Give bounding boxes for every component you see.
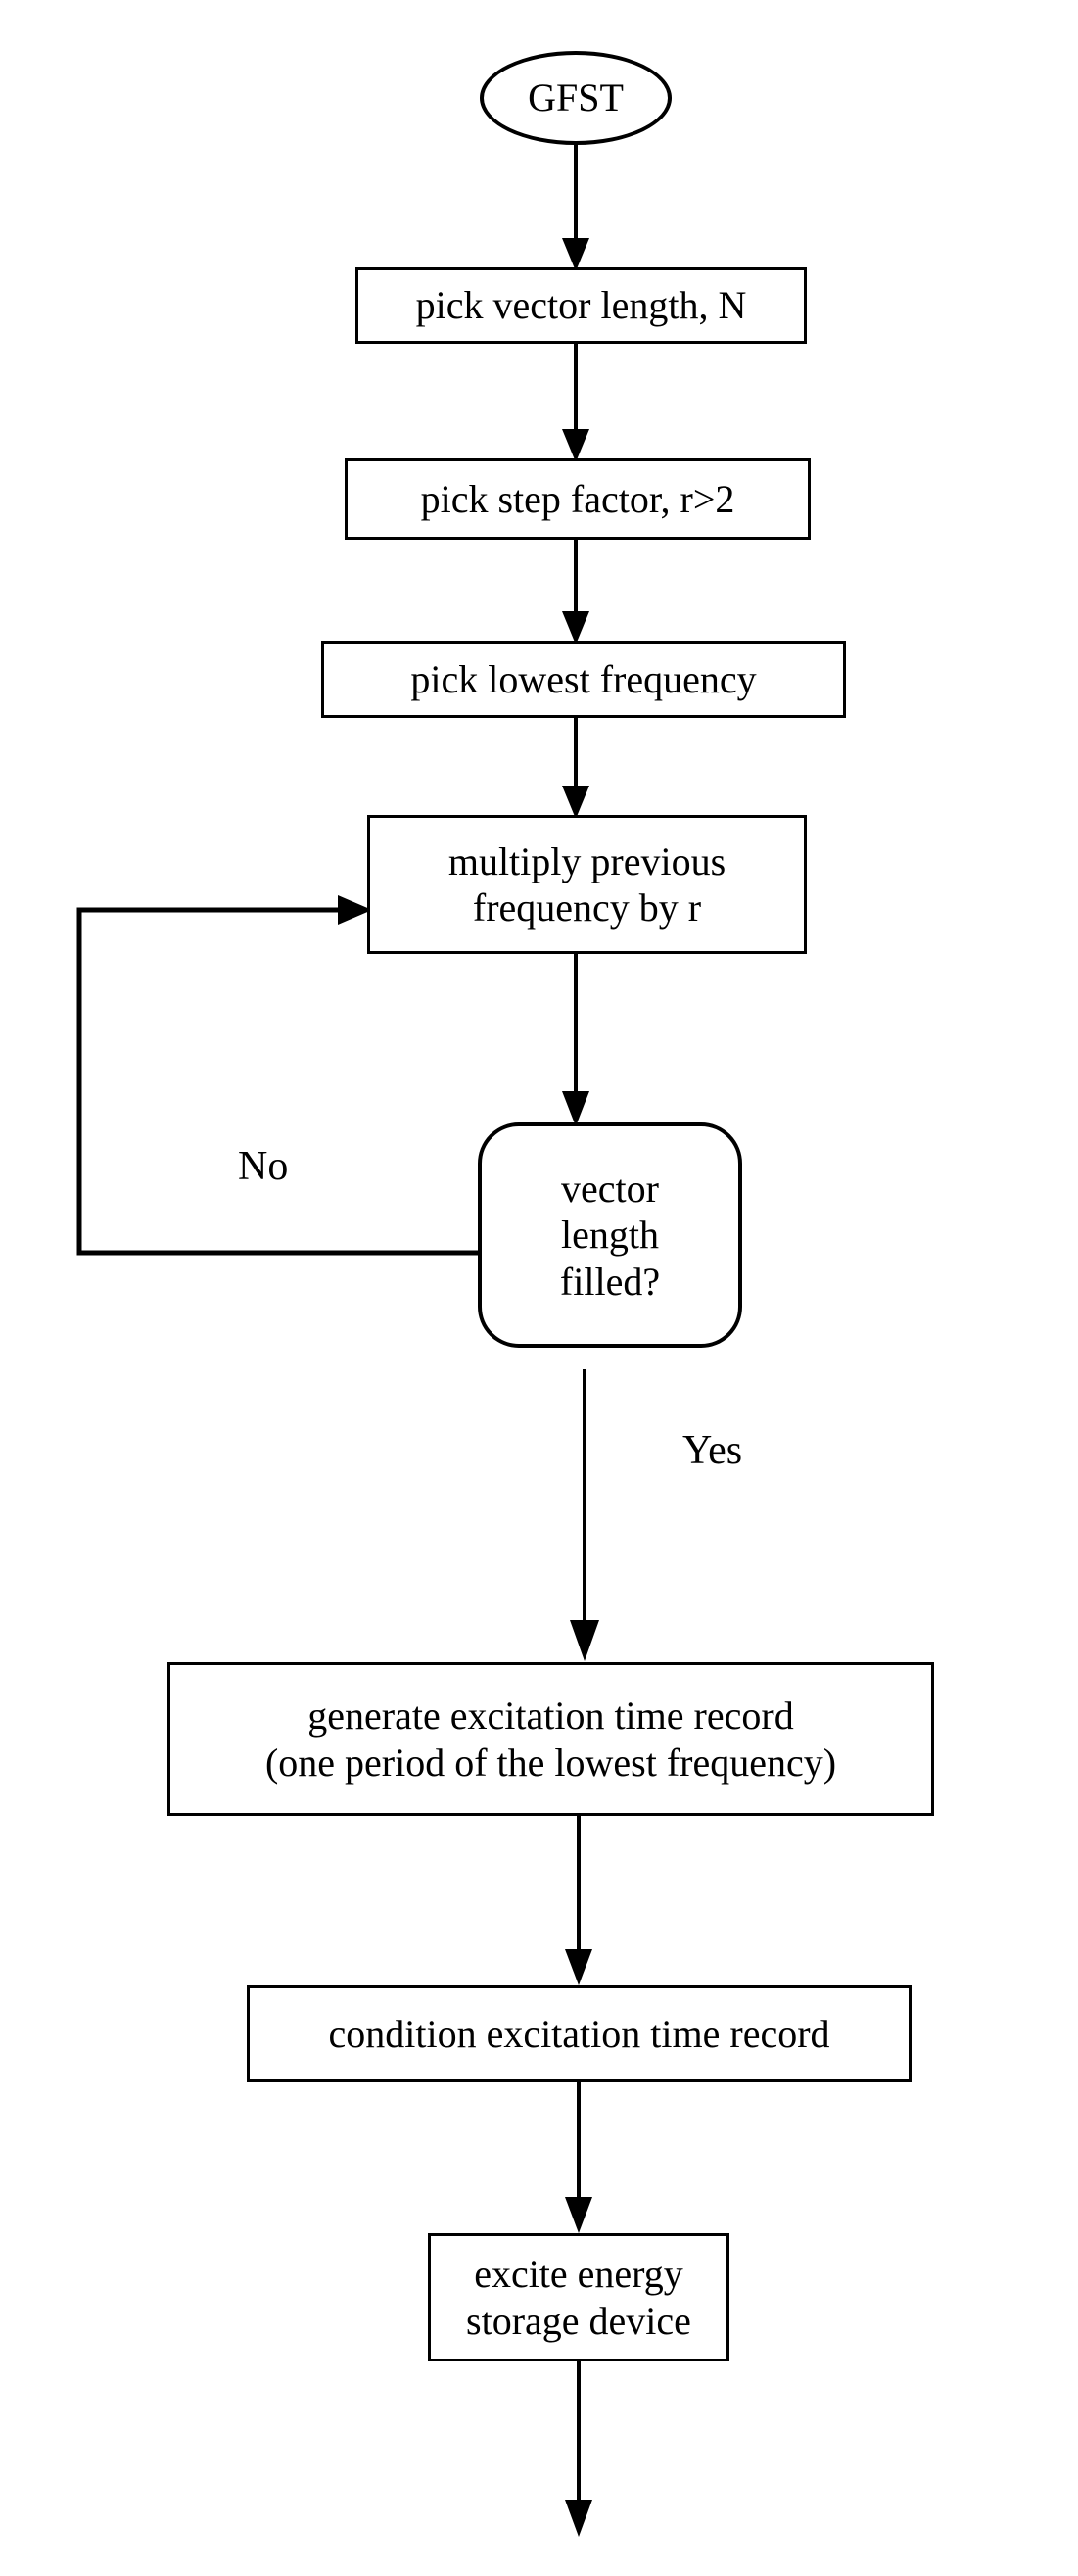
arrow-multiply-to-decision xyxy=(562,953,589,1126)
node-pick-step-factor[interactable]: pick step factor, r>2 xyxy=(345,458,811,540)
arrow-lowfreq-to-multiply xyxy=(562,717,589,819)
node-pick-step-factor-label: pick step factor, r>2 xyxy=(420,476,735,521)
flowchart-canvas: GFST pick vector length, N pick step fac… xyxy=(0,0,1078,2576)
node-condition-excitation-time-record-label: condition excitation time record xyxy=(328,2011,830,2056)
node-pick-vector-length-label: pick vector length, N xyxy=(415,283,747,328)
arrow-stepfactor-to-lowfreq xyxy=(562,539,589,644)
edge-label-yes: Yes xyxy=(682,1428,743,1473)
node-start[interactable]: GFST xyxy=(480,51,672,145)
node-pick-lowest-frequency[interactable]: pick lowest frequency xyxy=(321,641,846,718)
arrow-condition-to-excite xyxy=(565,2081,592,2233)
edge-label-no: No xyxy=(238,1144,289,1189)
node-multiply-previous-frequency-label: multiply previous frequency by r xyxy=(447,838,726,930)
node-condition-excitation-time-record[interactable]: condition excitation time record xyxy=(247,1985,912,2082)
node-decision-vector-length-filled[interactable]: vector length filled? xyxy=(478,1122,742,1348)
node-pick-vector-length[interactable]: pick vector length, N xyxy=(355,267,807,344)
node-multiply-previous-frequency[interactable]: multiply previous frequency by r xyxy=(367,815,807,954)
node-start-label: GFST xyxy=(528,75,624,120)
node-excite-energy-storage-device[interactable]: excite energy storage device xyxy=(428,2233,729,2361)
node-pick-lowest-frequency-label: pick lowest frequency xyxy=(410,656,757,701)
arrow-veclen-to-stepfactor xyxy=(562,343,589,462)
node-generate-excitation-time-record[interactable]: generate excitation time record (one per… xyxy=(167,1662,934,1816)
arrow-excite-to-next xyxy=(565,2361,592,2537)
arrow-generate-to-condition xyxy=(565,1815,592,1985)
node-generate-excitation-time-record-label: generate excitation time record (one per… xyxy=(264,1693,837,1785)
node-decision-label: vector length filled? xyxy=(559,1167,661,1304)
arrow-start-to-veclen xyxy=(562,144,589,271)
node-excite-energy-storage-device-label: excite energy storage device xyxy=(466,2252,691,2343)
arrow-decision-yes-to-generate xyxy=(570,1369,599,1661)
